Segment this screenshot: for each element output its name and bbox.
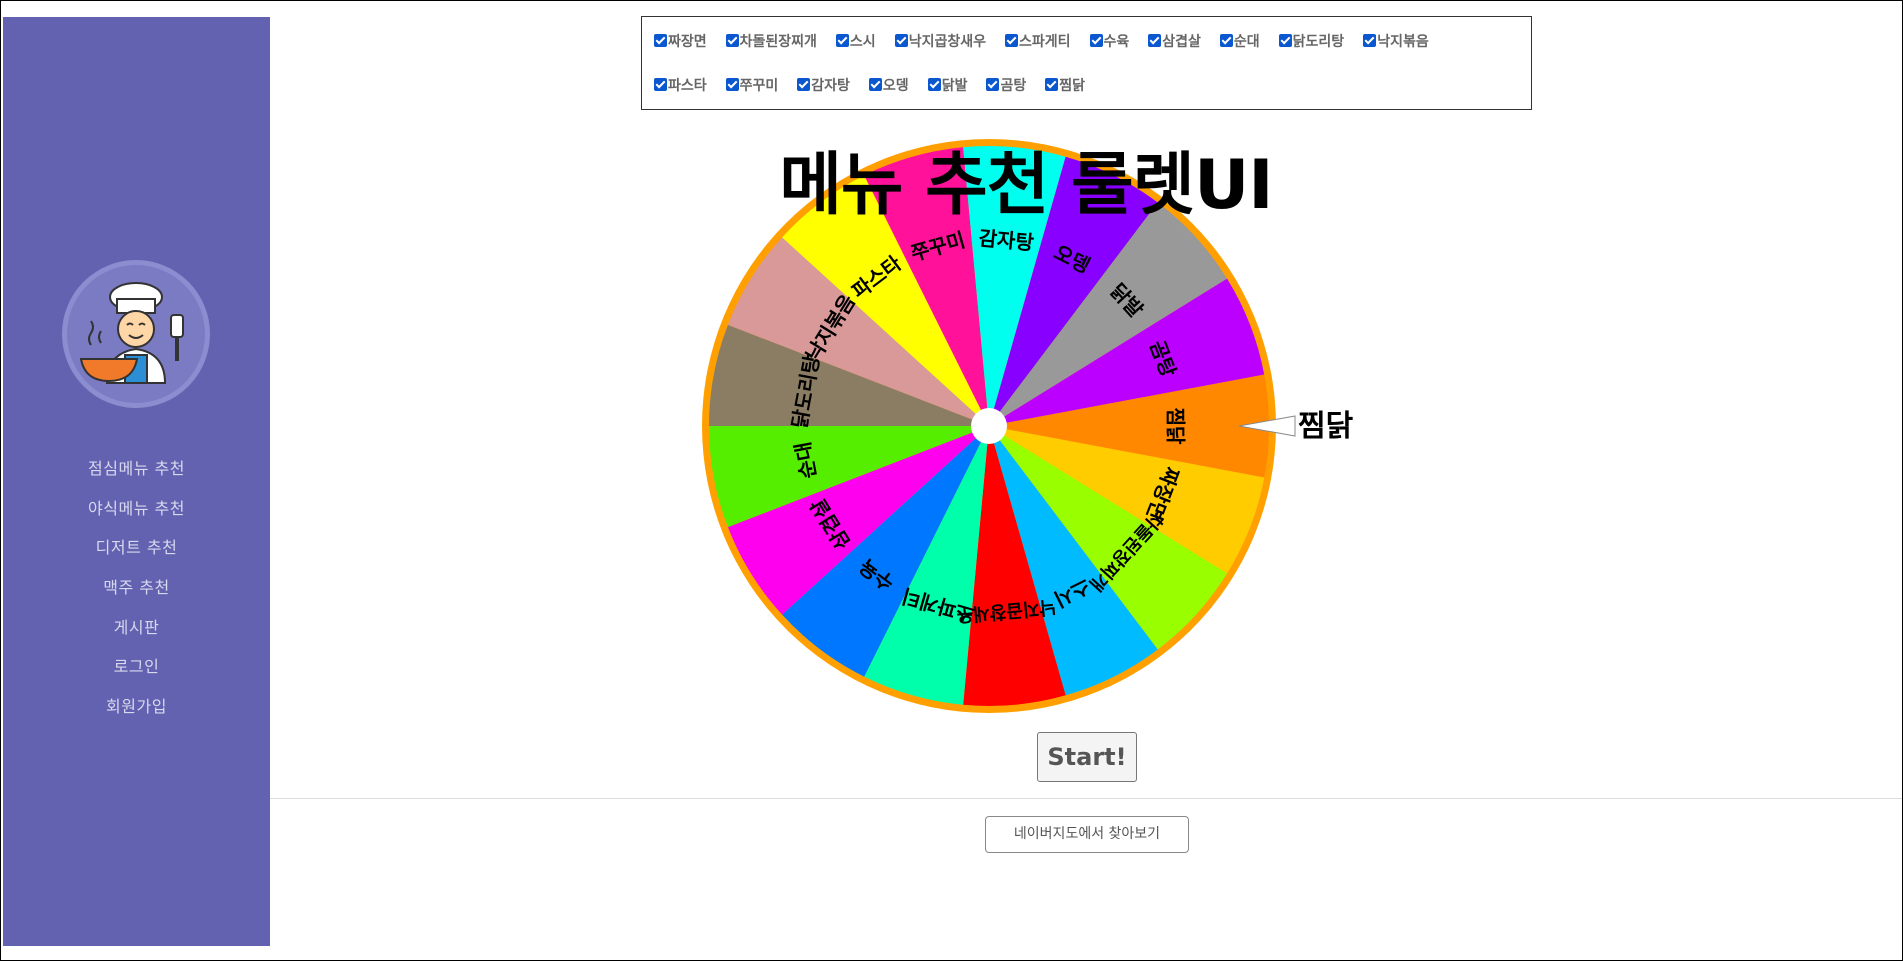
- checkbox[interactable]: [1089, 33, 1103, 47]
- checkbox[interactable]: [725, 77, 739, 91]
- checkbox[interactable]: [1219, 33, 1233, 47]
- menu-option[interactable]: 수육: [1089, 31, 1129, 51]
- naver-map-button[interactable]: 네이버지도에서 찾아보기: [985, 816, 1189, 853]
- checkbox[interactable]: [725, 33, 739, 47]
- menu-option[interactable]: 파스타: [654, 75, 707, 95]
- menu-option[interactable]: 찜닭: [1045, 75, 1085, 95]
- menu-option[interactable]: 닭발: [927, 75, 967, 95]
- menu-options-row-1: 짜장면 차돌된장찌개 스시 낙지곱창새우 스파게티 수육 삼겹살 순대 닭도리탕…: [654, 31, 1448, 51]
- checkbox[interactable]: [1363, 33, 1377, 47]
- checkbox[interactable]: [797, 77, 811, 91]
- menu-option[interactable]: 낙지곱창새우: [894, 31, 986, 51]
- checkbox[interactable]: [1148, 33, 1162, 47]
- wheel-segment-label: 찜닭: [1164, 408, 1188, 445]
- checkbox[interactable]: [1045, 77, 1059, 91]
- menu-option[interactable]: 오뎅: [868, 75, 909, 95]
- checkbox[interactable]: [654, 77, 667, 91]
- nav-board[interactable]: 게시판: [3, 613, 270, 653]
- menu-option[interactable]: 닭도리탕: [1278, 31, 1344, 51]
- menu-options-panel: 짜장면 차돌된장찌개 스시 낙지곱창새우 스파게티 수육 삼겹살 순대 닭도리탕…: [641, 16, 1532, 110]
- checkbox[interactable]: [835, 33, 849, 47]
- start-button[interactable]: Start!: [1037, 732, 1137, 782]
- menu-option[interactable]: 감자탕: [797, 75, 850, 95]
- nav-late-night[interactable]: 야식메뉴 추천: [3, 494, 270, 534]
- sidebar: 점심메뉴 추천 야식메뉴 추천 디저트 추천 맥주 추천 게시판 로그인 회원가…: [3, 17, 270, 946]
- menu-option[interactable]: 순대: [1219, 31, 1260, 51]
- nav-beer[interactable]: 맥주 추천: [3, 573, 270, 613]
- wheel-segment-label: 감자탕: [978, 226, 1036, 255]
- nav-login[interactable]: 로그인: [3, 652, 270, 692]
- chef-icon: [79, 282, 184, 384]
- page-title: 메뉴 추천 룰렛UI: [779, 146, 1273, 225]
- chef-avatar: [62, 260, 210, 408]
- nav-dessert[interactable]: 디저트 추천: [3, 533, 270, 573]
- checkbox[interactable]: [894, 33, 908, 47]
- menu-option[interactable]: 짜장면: [654, 31, 707, 51]
- checkbox[interactable]: [927, 77, 941, 91]
- menu-option[interactable]: 차돌된장찌개: [725, 31, 817, 51]
- nav-signup[interactable]: 회원가입: [3, 692, 270, 732]
- nav-lunch[interactable]: 점심메뉴 추천: [3, 454, 270, 494]
- menu-option[interactable]: 쭈꾸미: [725, 75, 778, 95]
- menu-options-row-2: 파스타 쭈꾸미 감자탕 오뎅 닭발 곰탕 찜닭: [654, 75, 1104, 95]
- checkbox[interactable]: [986, 77, 1000, 91]
- checkbox[interactable]: [868, 77, 882, 91]
- checkbox[interactable]: [654, 33, 667, 47]
- selected-menu-label: 찜닭: [1298, 409, 1354, 444]
- menu-option[interactable]: 곰탕: [986, 75, 1026, 95]
- wheel-hub: [971, 408, 1007, 444]
- menu-option[interactable]: 삼겹살: [1148, 31, 1201, 51]
- menu-option[interactable]: 스파게티: [1004, 31, 1071, 51]
- menu-option[interactable]: 낙지볶음: [1363, 31, 1429, 51]
- checkbox[interactable]: [1004, 33, 1018, 47]
- checkbox[interactable]: [1278, 33, 1292, 47]
- menu-option[interactable]: 스시: [835, 31, 876, 51]
- sidebar-nav: 점심메뉴 추천 야식메뉴 추천 디저트 추천 맥주 추천 게시판 로그인 회원가…: [3, 454, 270, 732]
- divider: [270, 798, 1902, 799]
